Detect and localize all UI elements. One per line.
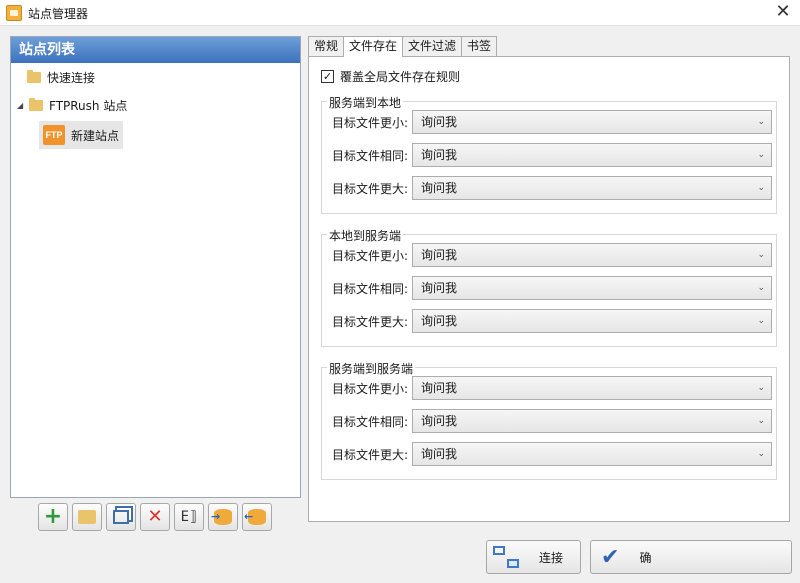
rule-label: 目标文件更小: — [332, 248, 409, 263]
group-local-to-server: 本地到服务端 目标文件更小: 询问我 ⌄ 目标文件相同: 询问我 ⌄ 目标文件更大:… — [321, 227, 777, 347]
rule-row: 目标文件相同: 询问我 ⌄ — [332, 276, 772, 300]
rule-select[interactable]: 询问我 ⌄ — [412, 376, 772, 400]
ftp-site-icon: FTP — [43, 125, 65, 145]
site-list-panel: 站点列表 快速连接 ◢ FTPRush 站点 FTP 新建站点 — [10, 36, 301, 498]
rule-label: 目标文件更小: — [332, 381, 409, 396]
chevron-down-icon: ⌄ — [757, 449, 765, 459]
tree-item-quick-connect[interactable]: 快速连接 — [27, 64, 95, 90]
window-title: 站点管理器 — [28, 7, 89, 21]
tab-general[interactable]: 常规 — [308, 36, 345, 56]
chevron-down-icon: ⌄ — [757, 150, 765, 160]
settings-tabs: 常规 文件存在 文件过滤 书签 — [308, 36, 498, 57]
tree-item-label: FTPRush 站点 — [49, 98, 128, 113]
rule-select[interactable]: 询问我 ⌄ — [412, 143, 772, 167]
group-title: 本地到服务端 — [327, 227, 404, 244]
rule-row: 目标文件更小: 询问我 ⌄ — [332, 376, 772, 400]
copy-site-button[interactable] — [106, 503, 136, 531]
rule-value: 询问我 — [421, 381, 458, 395]
ok-label: 确 — [639, 550, 652, 565]
folder-icon — [78, 510, 96, 524]
import-sites-button[interactable]: → — [208, 503, 238, 531]
group-title: 服务端到服务端 — [327, 360, 416, 377]
folder-icon — [29, 97, 43, 111]
rule-select[interactable]: 询问我 ⌄ — [412, 110, 772, 134]
rule-select[interactable]: 询问我 ⌄ — [412, 176, 772, 200]
app-icon — [6, 5, 22, 21]
rule-value: 询问我 — [421, 414, 458, 428]
rule-label: 目标文件相同: — [332, 281, 409, 296]
site-toolbar: + ✕ E⟧ → ← — [38, 503, 272, 531]
rule-label: 目标文件相同: — [332, 148, 409, 163]
rule-row: 目标文件更小: 询问我 ⌄ — [332, 110, 772, 134]
rule-row: 目标文件更小: 询问我 ⌄ — [332, 243, 772, 267]
site-list-header: 站点列表 — [11, 37, 300, 63]
copy-icon — [113, 510, 129, 524]
override-label: 覆盖全局文件存在规则 — [340, 70, 461, 84]
tree-item-ftprush-sites[interactable]: ◢ FTPRush 站点 — [17, 92, 127, 118]
rule-value: 询问我 — [421, 148, 458, 162]
rule-label: 目标文件更大: — [332, 314, 409, 329]
expand-arrow-icon[interactable]: ◢ — [17, 101, 29, 110]
tree-item-new-site[interactable]: FTP 新建站点 — [39, 121, 124, 149]
group-server-to-server: 服务端到服务端 目标文件更小: 询问我 ⌄ 目标文件相同: 询问我 ⌄ 目标文件更大… — [321, 360, 777, 480]
folder-icon — [27, 69, 41, 83]
rule-label: 目标文件更大: — [332, 181, 409, 196]
ok-button[interactable]: ✔ 确 — [590, 540, 792, 574]
chevron-down-icon: ⌄ — [757, 383, 765, 393]
new-folder-button[interactable] — [72, 503, 102, 531]
export-sites-button[interactable]: ← — [242, 503, 272, 531]
rule-label: 目标文件相同: — [332, 414, 409, 429]
tab-file-exists[interactable]: 文件存在 — [343, 36, 404, 57]
title-bar: 站点管理器 ✕ — [0, 0, 800, 26]
rename-site-button[interactable]: E⟧ — [174, 503, 204, 531]
rule-select[interactable]: 询问我 ⌄ — [412, 243, 772, 267]
rule-value: 询问我 — [421, 314, 458, 328]
rename-icon: E⟧ — [180, 509, 198, 525]
chevron-down-icon: ⌄ — [757, 283, 765, 293]
delete-icon: ✕ — [147, 506, 163, 527]
rule-select[interactable]: 询问我 ⌄ — [412, 409, 772, 433]
rule-value: 询问我 — [421, 447, 458, 461]
checkmark-icon: ✔ — [601, 544, 620, 570]
delete-site-button[interactable]: ✕ — [140, 503, 170, 531]
override-checkbox[interactable]: ✓ — [321, 70, 334, 83]
close-button[interactable]: ✕ — [772, 2, 794, 22]
rule-label: 目标文件更大: — [332, 447, 409, 462]
rule-label: 目标文件更小: — [332, 115, 409, 130]
export-database-icon: ← — [244, 509, 266, 525]
import-database-icon: → — [211, 509, 232, 525]
chevron-down-icon: ⌄ — [757, 117, 765, 127]
chevron-down-icon: ⌄ — [757, 416, 765, 426]
connect-button[interactable]: 连接 — [486, 540, 581, 574]
tab-bookmarks[interactable]: 书签 — [461, 36, 498, 56]
plus-icon: + — [43, 504, 63, 529]
chevron-down-icon: ⌄ — [757, 316, 765, 326]
rule-row: 目标文件相同: 询问我 ⌄ — [332, 143, 772, 167]
rule-select[interactable]: 询问我 ⌄ — [412, 309, 772, 333]
tree-item-label: 快速连接 — [47, 70, 96, 85]
override-global-rule[interactable]: ✓ 覆盖全局文件存在规则 — [321, 68, 460, 85]
rule-value: 询问我 — [421, 281, 458, 295]
chevron-down-icon: ⌄ — [757, 183, 765, 193]
connect-label: 连接 — [539, 550, 564, 565]
rule-row: 目标文件相同: 询问我 ⌄ — [332, 409, 772, 433]
tab-file-filter[interactable]: 文件过滤 — [402, 36, 463, 56]
group-title: 服务端到本地 — [327, 94, 404, 111]
tree-item-label: 新建站点 — [71, 128, 120, 143]
add-site-button[interactable]: + — [38, 503, 68, 531]
rule-select[interactable]: 询问我 ⌄ — [412, 442, 772, 466]
rule-row: 目标文件更大: 询问我 ⌄ — [332, 176, 772, 200]
group-server-to-local: 服务端到本地 目标文件更小: 询问我 ⌄ 目标文件相同: 询问我 ⌄ 目标文件更大:… — [321, 94, 777, 214]
rule-value: 询问我 — [421, 248, 458, 262]
rule-value: 询问我 — [421, 115, 458, 129]
chevron-down-icon: ⌄ — [757, 250, 765, 260]
rule-value: 询问我 — [421, 181, 458, 195]
rule-row: 目标文件更大: 询问我 ⌄ — [332, 309, 772, 333]
rule-row: 目标文件更大: 询问我 ⌄ — [332, 442, 772, 466]
file-exists-panel: ✓ 覆盖全局文件存在规则 服务端到本地 目标文件更小: 询问我 ⌄ 目标文件相同:… — [308, 56, 790, 522]
rule-select[interactable]: 询问我 ⌄ — [412, 276, 772, 300]
connect-icon — [493, 546, 519, 568]
